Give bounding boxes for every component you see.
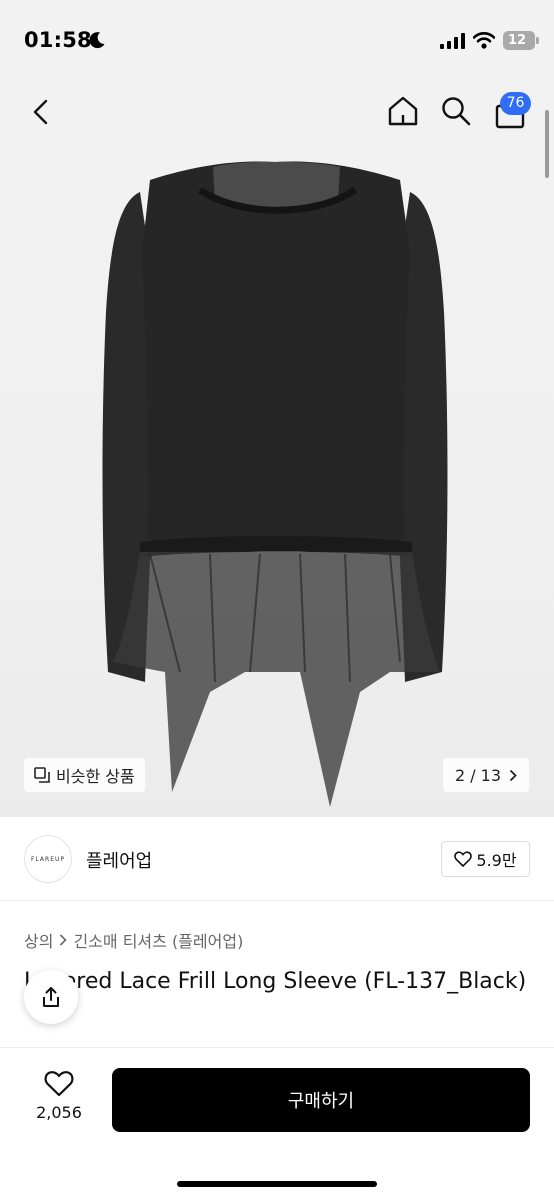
- wishlist-count: 2,056: [36, 1103, 82, 1122]
- copy-icon: [34, 767, 50, 783]
- chevron-right-icon: [60, 934, 68, 946]
- brand-row[interactable]: FLAREUP 플레어업 5.9만: [0, 817, 554, 901]
- moon-icon: [89, 32, 105, 49]
- share-button[interactable]: [24, 970, 78, 1024]
- brand-like-button[interactable]: 5.9만: [441, 841, 530, 877]
- image-counter[interactable]: 2 / 13: [443, 758, 529, 792]
- back-icon[interactable]: [26, 96, 58, 128]
- battery-tip: [536, 37, 539, 44]
- brand-name[interactable]: 플레어업: [86, 847, 152, 873]
- image-counter-text: 2 / 13: [454, 765, 502, 785]
- breadcrumb: 상의 긴소매 티셔츠 (플레어업): [24, 928, 243, 952]
- product-image-gallery[interactable]: 76 비슷한 상품 2 / 13: [0, 72, 554, 817]
- product-title: Layered Lace Frill Long Sleeve (FL-137_B…: [24, 969, 527, 994]
- cart-count-badge: 76: [500, 92, 531, 115]
- battery-indicator: 12: [503, 31, 535, 50]
- heart-icon: [454, 851, 473, 867]
- bottom-action-bar: 2,056 구매하기: [0, 1047, 554, 1200]
- wifi-icon: [473, 32, 495, 49]
- status-time: 01:58: [24, 28, 92, 52]
- share-icon: [43, 987, 59, 1007]
- home-icon[interactable]: [386, 94, 420, 128]
- home-indicator: [177, 1181, 377, 1187]
- signal-icon: [440, 33, 465, 49]
- buy-button[interactable]: 구매하기: [112, 1068, 530, 1132]
- battery-level: 12: [507, 33, 527, 48]
- similar-products-label: 비슷한 상품: [56, 767, 135, 786]
- brand-logo-text: FLAREUP: [30, 855, 65, 863]
- wishlist-button[interactable]: 2,056: [28, 1070, 90, 1122]
- brand-logo[interactable]: FLAREUP: [24, 835, 72, 883]
- search-icon[interactable]: [440, 95, 472, 127]
- product-image: [102, 161, 448, 807]
- heart-icon: [44, 1071, 74, 1097]
- breadcrumb-item-top[interactable]: 상의: [24, 928, 53, 952]
- similar-products-button[interactable]: 비슷한 상품: [24, 758, 145, 792]
- breadcrumb-item-category[interactable]: 긴소매 티셔츠 (플레어업): [73, 928, 243, 952]
- status-bar: 01:58 12: [0, 0, 554, 72]
- scroll-indicator: [545, 110, 549, 178]
- brand-like-count: 5.9만: [476, 851, 517, 870]
- chevron-right-icon: [509, 769, 517, 781]
